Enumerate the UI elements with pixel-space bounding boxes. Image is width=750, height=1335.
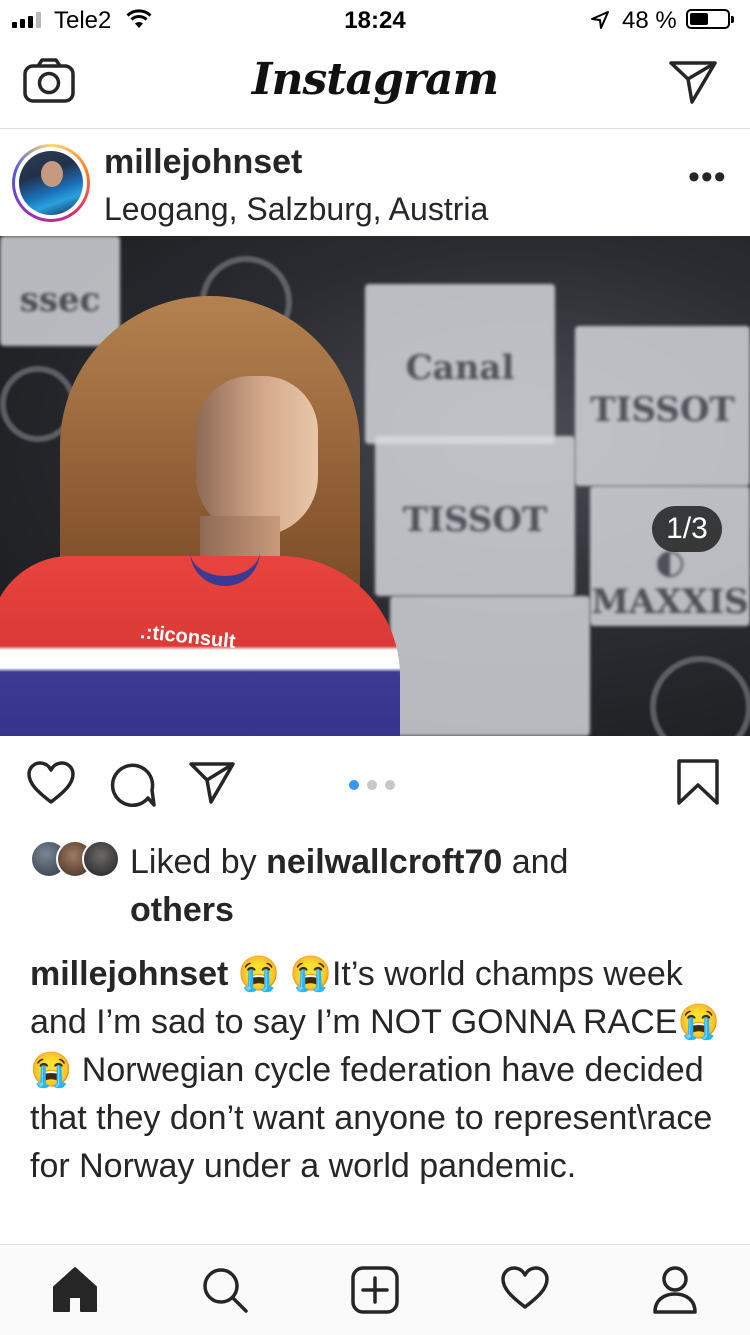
search-icon[interactable] bbox=[200, 1265, 250, 1315]
more-options-icon[interactable]: ••• bbox=[688, 160, 726, 197]
battery-percent: 48 % bbox=[622, 7, 677, 34]
post-caption: millejohnset 😭 😭It’s world champs week a… bbox=[30, 950, 720, 1190]
caption-username[interactable]: millejohnset bbox=[30, 955, 228, 993]
liker-username[interactable]: neilwallcroft70 bbox=[266, 843, 502, 881]
location-arrow-icon bbox=[591, 11, 609, 29]
profile-icon[interactable] bbox=[651, 1265, 699, 1315]
post-username[interactable]: millejohnset bbox=[104, 143, 302, 182]
likes-others[interactable]: others bbox=[130, 891, 234, 929]
media-counter: 1/3 bbox=[652, 506, 722, 552]
post-actions bbox=[0, 736, 750, 832]
carousel-dot-active bbox=[349, 780, 359, 790]
share-paper-plane-icon[interactable] bbox=[188, 760, 236, 806]
battery-icon bbox=[686, 9, 734, 29]
likes-summary[interactable]: Liked by neilwallcroft70 and others bbox=[130, 838, 690, 934]
liked-by-avatars[interactable] bbox=[30, 840, 130, 878]
home-icon[interactable] bbox=[50, 1265, 100, 1315]
like-heart-icon[interactable] bbox=[26, 760, 76, 806]
avatar bbox=[19, 151, 83, 215]
carousel-dot bbox=[367, 780, 377, 790]
post-location[interactable]: Leogang, Salzburg, Austria bbox=[104, 191, 488, 228]
post-photo[interactable]: ssec Canal TISSOT TISSOT ◐ MAXXIS .:tico… bbox=[0, 236, 750, 736]
top-nav: Instagram bbox=[0, 40, 750, 129]
new-post-icon[interactable] bbox=[350, 1265, 400, 1315]
avatar bbox=[82, 840, 120, 878]
bookmark-icon[interactable] bbox=[676, 758, 720, 806]
paper-plane-icon[interactable] bbox=[668, 59, 718, 105]
likes-middle: and bbox=[502, 843, 569, 881]
activity-heart-icon[interactable] bbox=[500, 1265, 550, 1311]
comment-icon[interactable] bbox=[108, 760, 156, 808]
bottom-tab-bar bbox=[0, 1244, 750, 1335]
story-ring[interactable] bbox=[12, 144, 90, 222]
carousel-indicator bbox=[349, 780, 395, 790]
status-bar: Tele2 18:24 48 % bbox=[0, 0, 750, 40]
post-header: millejohnset Leogang, Salzburg, Austria … bbox=[0, 129, 750, 236]
instagram-logo: Instagram bbox=[251, 54, 499, 105]
likes-prefix: Liked by bbox=[130, 843, 267, 881]
carousel-dot bbox=[385, 780, 395, 790]
